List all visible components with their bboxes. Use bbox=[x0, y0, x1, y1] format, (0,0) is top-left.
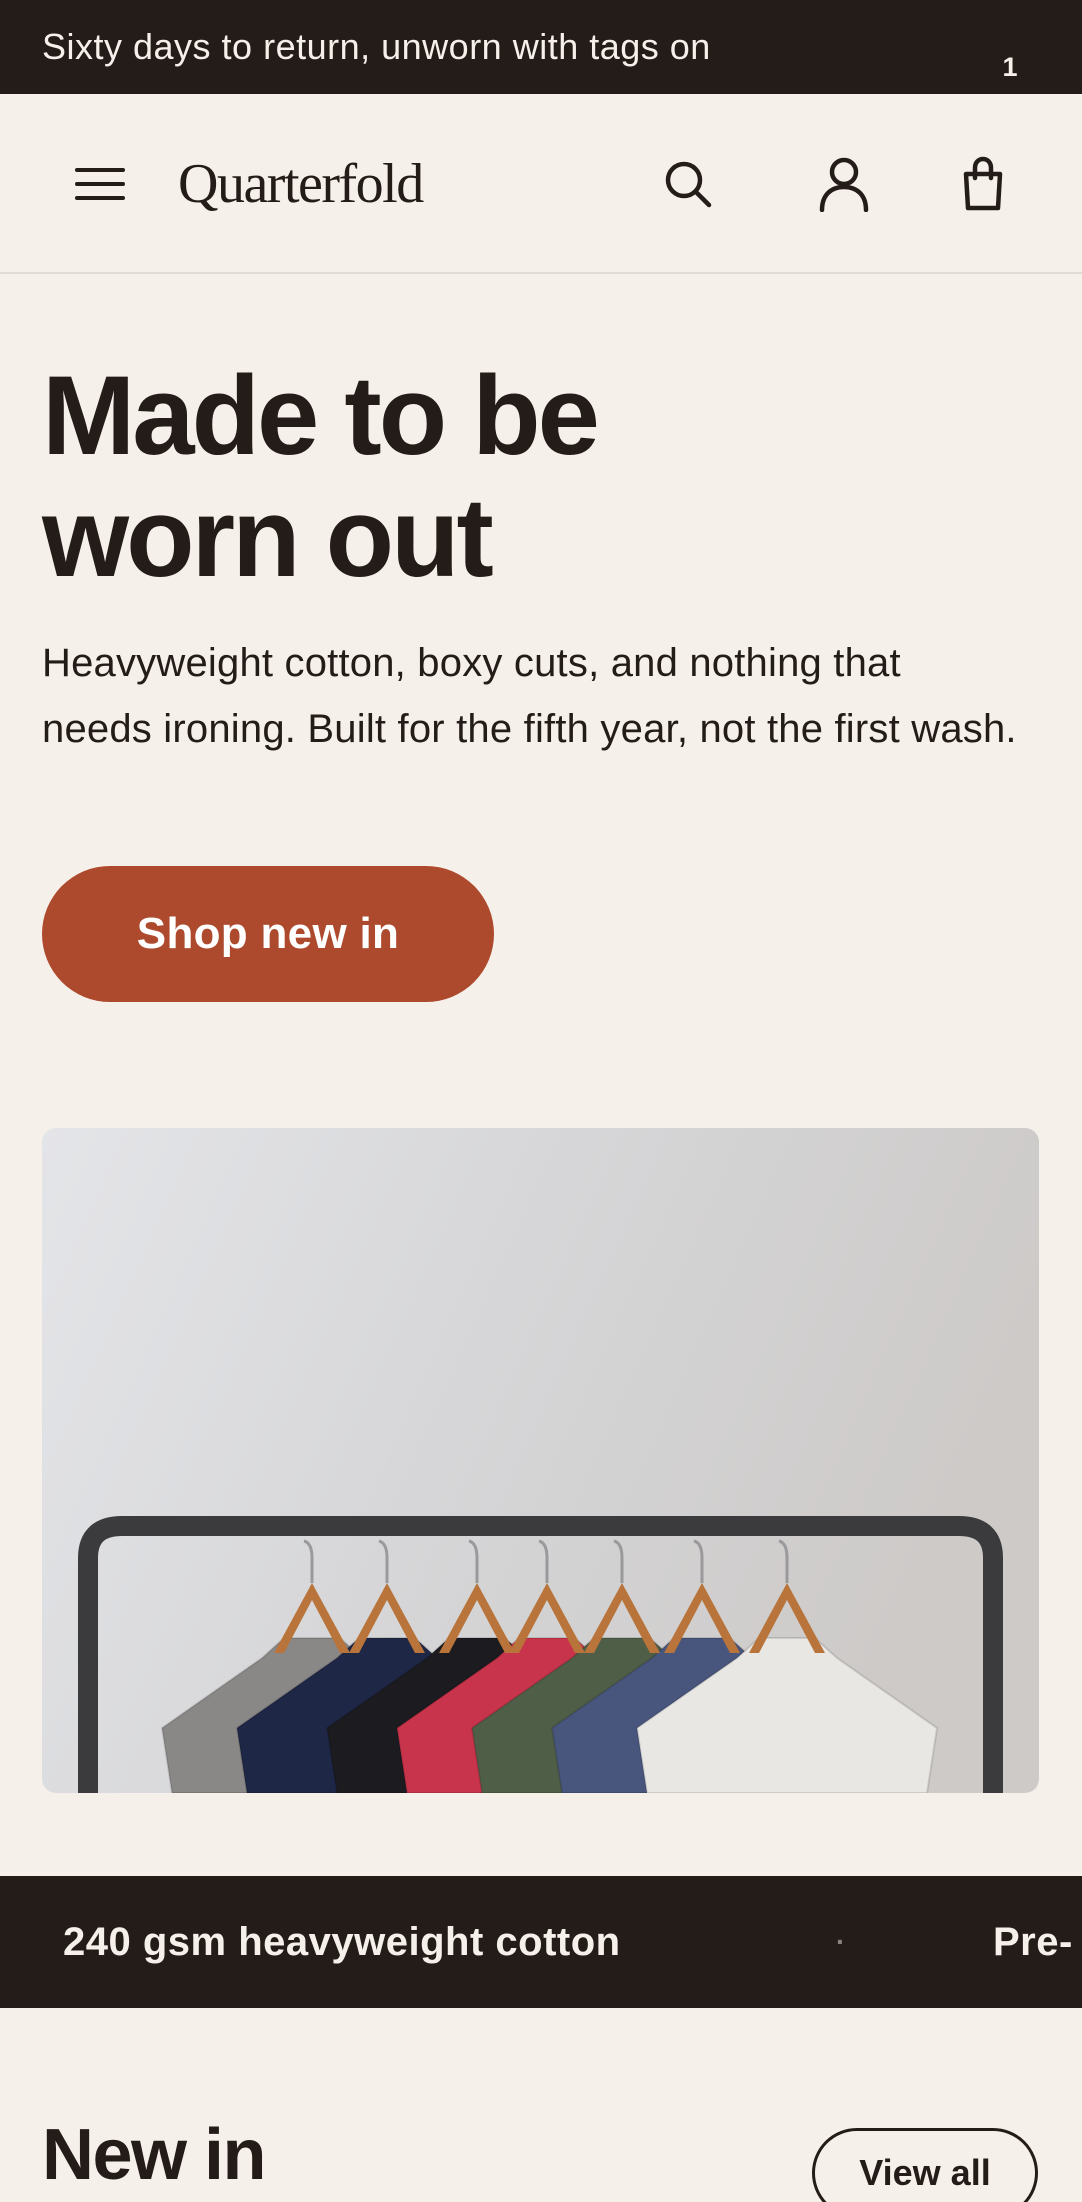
account-button[interactable] bbox=[806, 149, 881, 219]
hero-title-line-1: Made to be bbox=[42, 353, 600, 478]
hero-description: Heavyweight cotton, boxy cuts, and nothi… bbox=[42, 641, 1017, 751]
search-icon bbox=[665, 161, 711, 208]
view-all-button[interactable]: View all bbox=[812, 2128, 1038, 2202]
feature-separator: · bbox=[836, 1926, 846, 1957]
site-header: Quarterfold bbox=[0, 94, 1082, 274]
bag-icon bbox=[963, 156, 1002, 211]
cart-count-badge: 1 bbox=[986, 43, 1034, 91]
announcement-bar: Sixty days to return, unworn with tags o… bbox=[0, 0, 1082, 94]
section-title-new-in: New in bbox=[42, 2115, 267, 2195]
menu-icon bbox=[75, 168, 125, 200]
announcement-text: Sixty days to return, unworn with tags o… bbox=[42, 26, 711, 67]
brand-logo[interactable]: Quarterfold bbox=[178, 144, 424, 224]
menu-button[interactable] bbox=[60, 149, 140, 219]
cart-button[interactable] bbox=[945, 149, 1020, 219]
feature-strip: 240 gsm heavyweight cotton · Pre- bbox=[0, 1876, 1082, 2008]
feature-item: Pre- bbox=[993, 1920, 1073, 1964]
hero-title-line-2: worn out bbox=[42, 475, 494, 600]
account-icon bbox=[819, 157, 868, 212]
feature-item: 240 gsm heavyweight cotton bbox=[63, 1920, 621, 1964]
hero-image bbox=[42, 1128, 1039, 1793]
hero-title: Made to be worn out bbox=[42, 355, 1002, 599]
clothing-rack-illustration bbox=[42, 1128, 1039, 1793]
search-button[interactable] bbox=[650, 149, 725, 219]
shop-new-in-button[interactable]: Shop new in bbox=[42, 866, 494, 1002]
